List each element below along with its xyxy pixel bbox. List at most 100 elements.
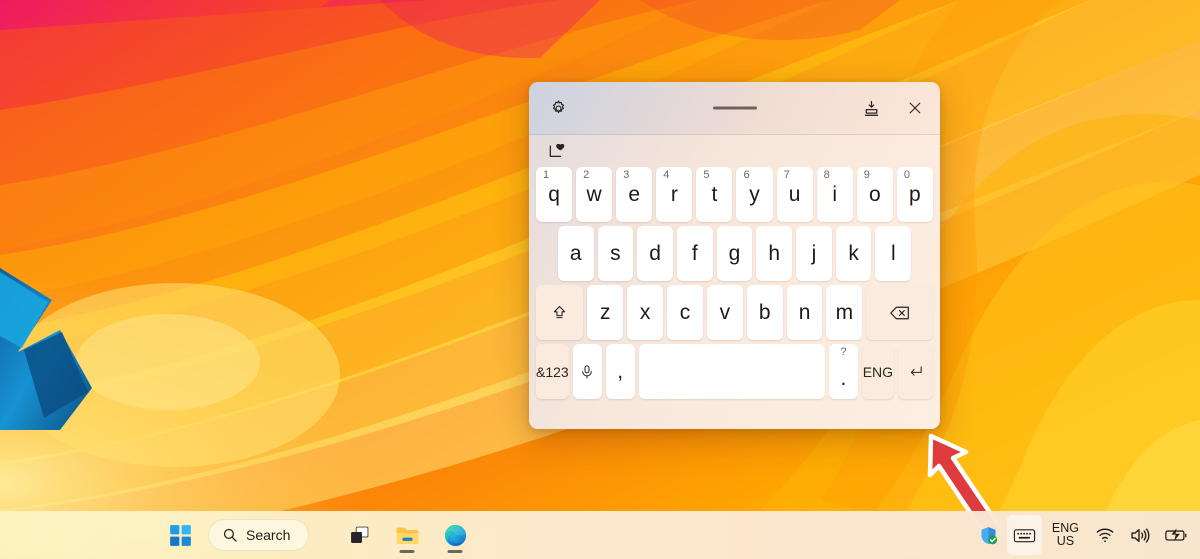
period-key[interactable]: ? . [828,344,858,399]
key-label: z [600,300,611,324]
key-label: b [758,300,771,324]
key-label: a [569,241,582,265]
backspace-key[interactable] [866,285,934,340]
running-indicator [447,550,463,553]
keyboard-body: 1 q 2 w 3 e 4 r 5 t 6 y 7 u 8 i 9 o 0 p … [529,135,940,429]
task-view-button[interactable] [339,515,379,555]
key-sup-6: 6 [743,169,750,181]
edge-button[interactable] [435,515,475,555]
key-sup-4: 4 [663,169,670,181]
task-view-icon [350,526,369,543]
keyboard-dock-button[interactable] [854,92,888,124]
key-label: m [835,300,854,324]
key-label: y [749,182,760,206]
shield-check-icon [981,526,998,544]
enter-key[interactable] [897,344,934,399]
start-button[interactable] [160,515,200,555]
key-k[interactable]: k [835,226,872,281]
language-primary: ENG [1051,520,1079,535]
search-icon [223,528,237,542]
key-label: v [719,300,731,324]
tray-defender-icon-button[interactable] [972,515,1005,555]
search-box[interactable]: Search [208,519,310,551]
key-c[interactable]: c [667,285,703,340]
key-q[interactable]: 1 q [536,167,573,222]
language-key[interactable]: ENG [861,344,894,399]
tray-keyboard-icon-button[interactable] [1006,515,1042,555]
key-label: p [909,182,921,206]
key-label: r [670,182,678,206]
running-indicator [399,550,415,553]
key-sup-3: 3 [623,169,630,181]
key-i[interactable]: 8 i [816,167,853,222]
key-u[interactable]: 7 u [776,167,813,222]
key-label: h [768,241,781,265]
key-label: i [832,182,838,206]
row-spacer-left [536,226,554,281]
key-l[interactable]: l [875,226,912,281]
language-secondary: US [1056,534,1075,548]
key-h[interactable]: h [756,226,793,281]
key-m[interactable]: m [826,285,863,340]
backspace-icon [889,306,909,319]
key-f[interactable]: f [676,226,713,281]
keyboard-icon [1013,528,1036,542]
voice-typing-key[interactable] [572,344,602,399]
spacebar[interactable] [638,344,825,399]
key-e[interactable]: 3 e [616,167,653,222]
key-b[interactable]: b [746,285,783,340]
key-label: j [811,241,817,265]
battery-charging-icon [1165,528,1187,541]
gear-icon [552,99,564,113]
key-x[interactable]: x [627,285,664,340]
search-label: Search [246,527,291,543]
key-s[interactable]: s [597,226,634,281]
tray-volume-button[interactable] [1123,515,1156,555]
key-j[interactable]: j [796,226,832,281]
key-sup-5: 5 [703,169,710,181]
comma-key[interactable]: , [605,344,635,399]
key-t[interactable]: 5 t [696,167,733,222]
file-explorer-button[interactable] [387,515,427,555]
tray-language-indicator[interactable]: ENG US [1044,515,1087,555]
key-y[interactable]: 6 y [736,167,773,222]
keyboard-header-actions [854,92,932,124]
keyboard-drag-handle[interactable] [712,106,757,110]
emoji-sticker-button[interactable] [545,139,569,163]
key-sup-8: 8 [823,169,830,181]
key-o[interactable]: 9 o [856,167,893,222]
key-v[interactable]: v [706,285,743,340]
keyboard-close-button[interactable] [898,92,932,124]
enter-icon [910,366,922,376]
key-label: f [691,241,698,265]
key-sup-1: 1 [543,169,550,181]
keyboard-utility-row [536,135,933,167]
key-sup-7: 7 [783,169,790,181]
key-a[interactable]: a [557,226,594,281]
dock-icon [864,100,878,116]
close-icon [909,102,921,114]
symbols-key[interactable]: &123 [536,344,569,399]
shift-key[interactable] [536,285,584,340]
folder-icon [396,527,419,544]
microphone-icon [582,364,592,379]
key-d[interactable]: d [637,226,673,281]
key-label: o [868,182,881,206]
keyboard-settings-button[interactable] [541,92,575,124]
key-p[interactable]: 0 p [896,167,933,222]
key-label: w [586,182,602,206]
touch-keyboard-panel[interactable]: 1 q 2 w 3 e 4 r 5 t 6 y 7 u 8 i 9 o 0 p … [529,82,940,429]
key-w[interactable]: 2 w [576,167,613,222]
key-sup-2: 2 [583,169,590,181]
row-spacer-right [915,226,933,281]
key-r[interactable]: 4 r [656,167,693,222]
tray-battery-button[interactable] [1158,515,1194,555]
key-label: k [848,241,859,265]
tray-network-button[interactable] [1089,515,1121,555]
key-n[interactable]: n [786,285,823,340]
key-g[interactable]: g [716,226,753,281]
key-z[interactable]: z [587,285,624,340]
speaker-icon [1131,527,1150,543]
key-label: n [798,300,811,324]
key-label: ENG [862,363,894,380]
